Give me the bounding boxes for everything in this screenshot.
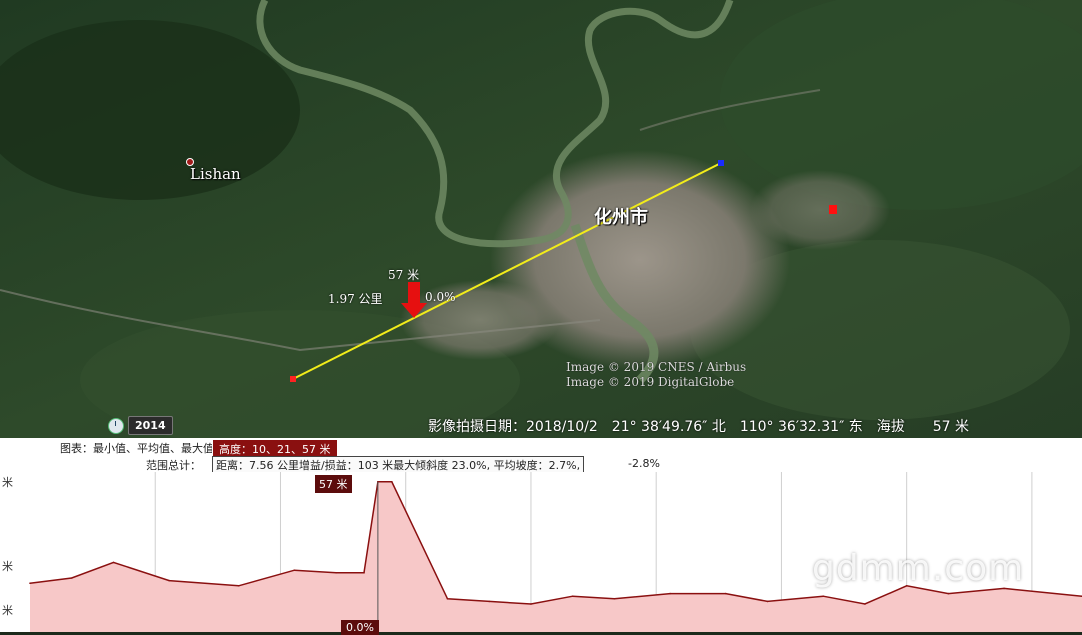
latitude-readout: 21° 38′49.76″ 北 [611, 419, 726, 435]
profile-point [947, 592, 950, 595]
map-status-bar: 影像拍摄日期：2018/10/2 21° 38′49.76″ 北 110° 36… [428, 415, 1082, 437]
profile-point [390, 481, 393, 483]
profile-point [669, 592, 671, 595]
watermark: gdmm.com [812, 548, 1025, 589]
profile-point [237, 585, 240, 587]
profile-point [822, 595, 824, 597]
axis-unit-label: 米 [2, 560, 13, 573]
profile-point [446, 598, 449, 600]
profile-point [724, 592, 727, 595]
axis-unit-label: 米 [2, 476, 13, 489]
historical-imagery-widget[interactable]: 2014 [108, 416, 173, 435]
axis-unit-label: 米 [2, 604, 13, 617]
measure-grade: 0.0% [425, 290, 456, 304]
satellite-map[interactable]: Lishan 化州市 57 米 1.97 公里 0.0% Image © 201… [0, 0, 1082, 438]
cursor-grade-label: 0.0% [341, 620, 379, 635]
imagery-credit: Image © 2019 CNES / Airbus [566, 360, 747, 374]
end-marker[interactable] [718, 160, 724, 166]
profile-point [766, 600, 769, 603]
measure-height: 57 米 [388, 268, 420, 282]
profile-point [112, 561, 115, 564]
peak-label: 57 米 [315, 475, 352, 493]
profile-point [70, 577, 73, 579]
profile-point [335, 572, 337, 574]
legend-label: 图表：最小值、平均值、最大值 [60, 442, 214, 455]
profile-point [530, 603, 532, 605]
profile-point [29, 582, 31, 584]
elevation-label: 海拔 [876, 419, 905, 435]
profile-point [488, 600, 491, 603]
clock-icon[interactable] [108, 417, 124, 434]
measure-distance: 1.97 公里 [328, 292, 383, 306]
summary-extra: -2.8% [628, 457, 660, 470]
profile-point [293, 569, 296, 571]
longitude-readout: 110° 36′32.31″ 东 [739, 419, 863, 435]
profile-header: 图表：最小值、平均值、最大值 高度：10、21、57 米 范围总计： 距离：7.… [0, 438, 1082, 474]
profile-point [864, 603, 866, 605]
map-imagery [0, 0, 1082, 438]
place-label-city[interactable]: 化州市 [594, 203, 648, 229]
imagery-credit: Image © 2019 DigitalGlobe [566, 375, 735, 389]
elevation-value: 57 米 [932, 419, 970, 435]
elevation-profile-panel[interactable]: 图表：最小值、平均值、最大值 高度：10、21、57 米 范围总计： 距离：7.… [0, 438, 1082, 635]
imagery-date: 影像拍摄日期：2018/10/2 [428, 419, 598, 435]
profile-point [613, 598, 616, 600]
historical-year-button[interactable]: 2014 [128, 416, 173, 435]
profile-point [571, 595, 574, 597]
place-label-lishan[interactable]: Lishan [190, 165, 241, 183]
placemark-square[interactable] [829, 205, 837, 214]
profile-point [168, 579, 170, 582]
profile-point [363, 572, 365, 574]
summary-label: 范围总计： [146, 459, 201, 472]
start-marker[interactable] [290, 376, 296, 382]
